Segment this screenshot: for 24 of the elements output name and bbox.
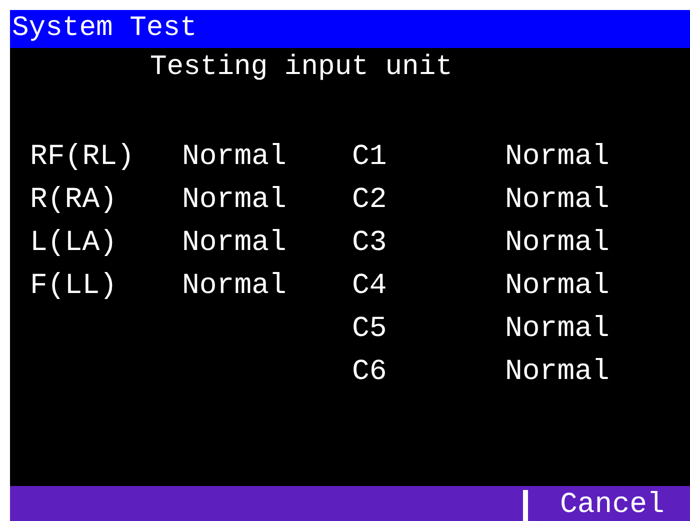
lead-status: Normal <box>505 183 610 216</box>
window-title: System Test <box>12 15 197 43</box>
lead-label: C3 <box>352 226 387 259</box>
lead-status: Normal <box>182 269 286 302</box>
status-message: Testing input unit <box>150 52 452 83</box>
lead-status: Normal <box>182 226 286 259</box>
lead-label: RF(RL) <box>30 140 134 173</box>
lead-label: C1 <box>352 140 387 173</box>
cancel-button[interactable]: Cancel <box>560 490 664 521</box>
lead-status: Normal <box>182 183 286 216</box>
lead-label: C5 <box>352 312 387 345</box>
lead-label: C2 <box>352 183 387 216</box>
lead-label: R(RA) <box>30 183 118 216</box>
lead-label: L(LA) <box>30 226 118 259</box>
lead-status: Normal <box>505 226 610 259</box>
lead-status: Normal <box>505 140 610 173</box>
lead-status: Normal <box>505 269 610 302</box>
lead-status: Normal <box>505 312 610 345</box>
lead-label: C6 <box>352 355 387 388</box>
lead-label: F(LL) <box>30 269 118 302</box>
lead-label: C4 <box>352 269 387 302</box>
lead-status: Normal <box>505 355 610 388</box>
lead-status: Normal <box>182 140 286 173</box>
separator-icon <box>523 490 528 521</box>
